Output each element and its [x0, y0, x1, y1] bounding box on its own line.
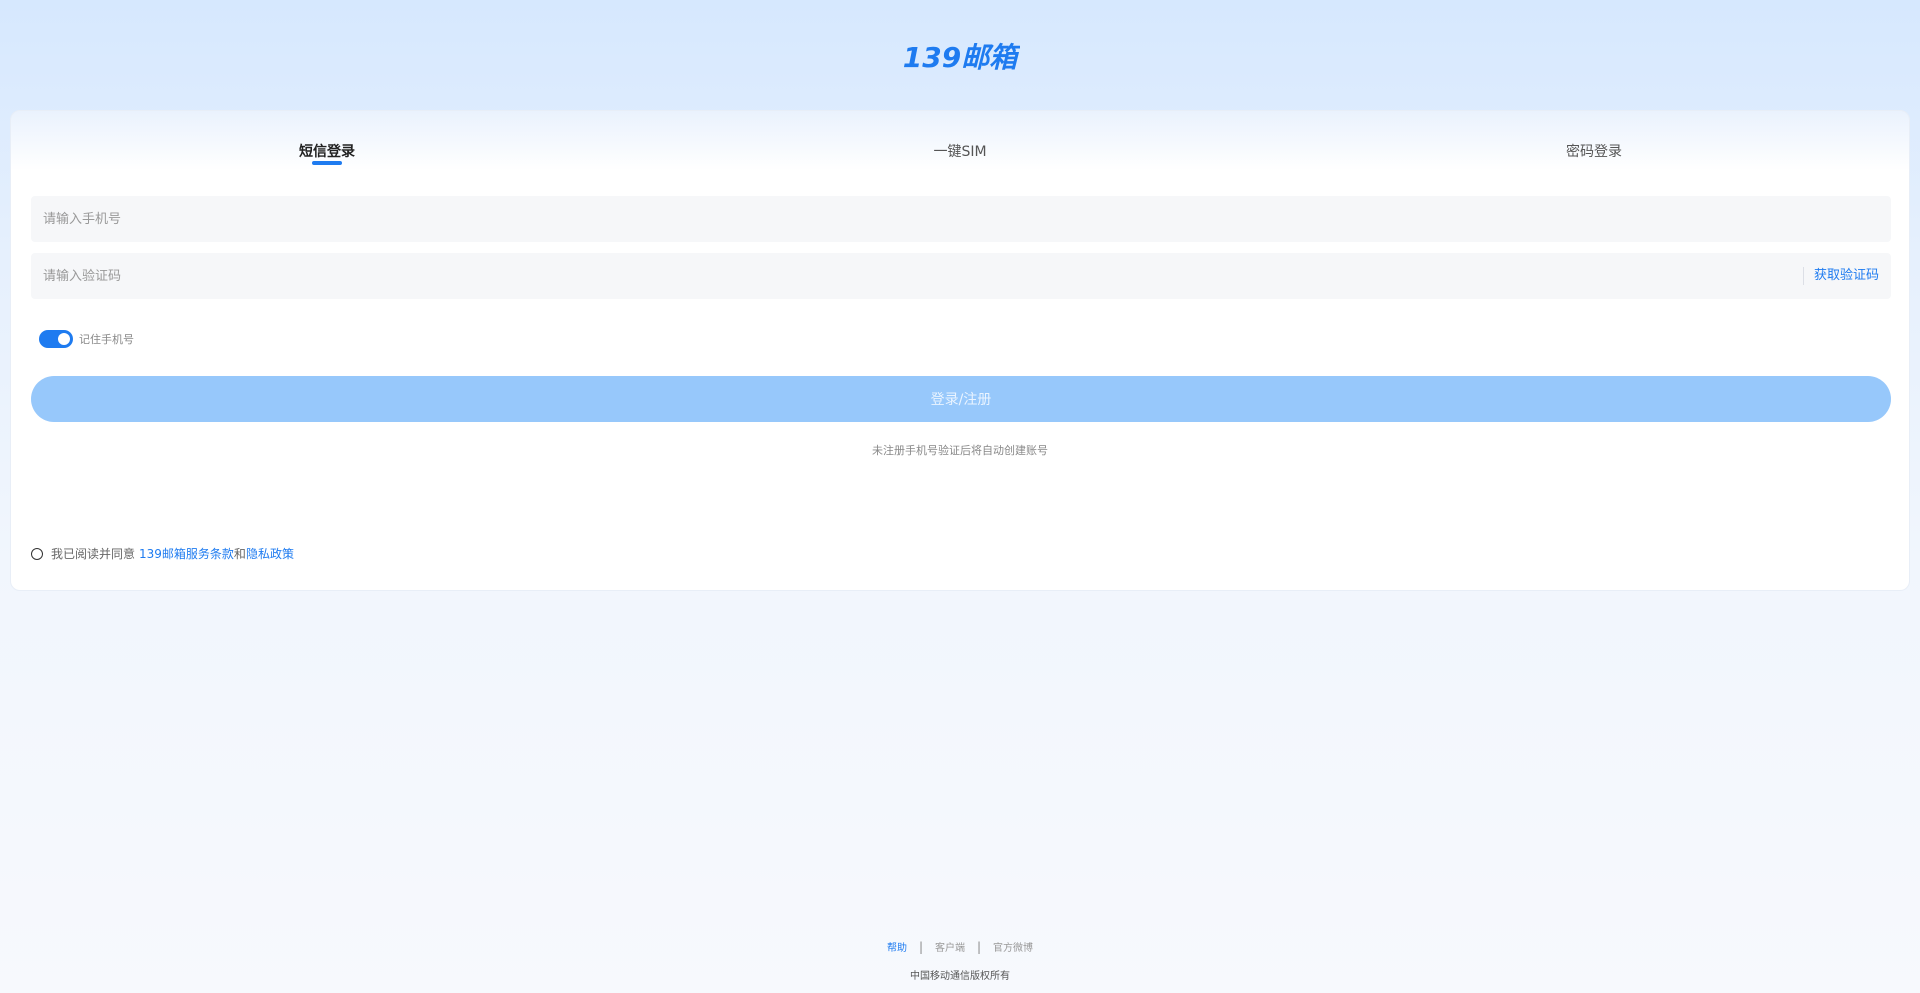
code-input[interactable]: [31, 253, 1891, 299]
agreement-prefix: 我已阅读并同意: [51, 547, 136, 561]
tab-password-login[interactable]: 密码登录: [1566, 141, 1622, 161]
footer-copyright: 中国移动通信版权所有: [910, 971, 1010, 982]
login-tabs: 短信登录 一键SIM 密码登录: [11, 111, 1909, 171]
footer-divider: |: [977, 939, 982, 954]
privacy-link[interactable]: 隐私政策: [246, 545, 294, 562]
footer-link-help[interactable]: 帮助: [887, 939, 907, 954]
tab-sms-login[interactable]: 短信登录: [299, 141, 355, 161]
remember-toggle[interactable]: [39, 330, 73, 348]
logo: 139邮箱: [0, 40, 1920, 74]
footer-divider: |: [918, 939, 923, 954]
phone-input[interactable]: [31, 196, 1891, 242]
remember-label: 记住手机号: [79, 333, 134, 346]
code-field: 获取验证码: [31, 253, 1891, 299]
terms-link[interactable]: 139邮箱服务条款: [139, 545, 234, 562]
agreement-radio[interactable]: [31, 547, 43, 560]
footer-link-weibo[interactable]: 官方微博: [993, 939, 1033, 954]
tab-sim-login[interactable]: 一键SIM: [933, 141, 986, 161]
footer-links: 帮助 | 客户端 | 官方微博: [0, 939, 1920, 955]
auto-register-hint: 未注册手机号验证后将自动创建账号: [872, 444, 1048, 457]
phone-field: [31, 196, 1891, 242]
login-card: 短信登录 一键SIM 密码登录 获取验证码 记住手机号 登录/注册 未注册手机号…: [10, 110, 1910, 591]
remember-row: 记住手机号: [39, 330, 134, 348]
logo-mark: 139邮箱: [903, 41, 1020, 74]
get-code-button[interactable]: 获取验证码: [1802, 267, 1879, 285]
login-register-button[interactable]: 登录/注册: [31, 376, 1891, 422]
tab-active-indicator: [312, 161, 342, 165]
agreement-separator: 和: [233, 547, 246, 561]
logo-text: 139邮箱: [903, 41, 1020, 74]
toggle-knob: [58, 333, 70, 345]
agreement-row: 我已阅读并同意 139邮箱服务条款和隐私政策: [31, 545, 294, 562]
footer-link-client[interactable]: 客户端: [935, 939, 965, 954]
